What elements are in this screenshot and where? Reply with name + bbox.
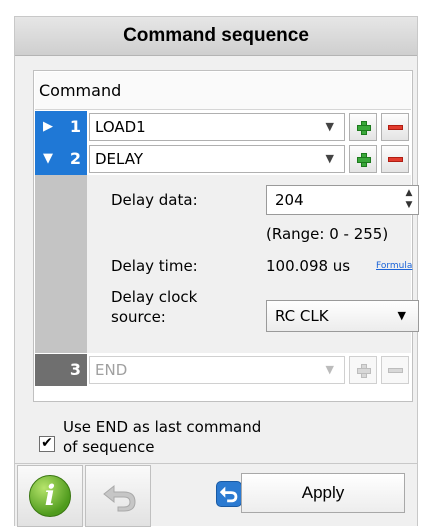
- row-3-add-button: [349, 356, 377, 384]
- plus-icon: [357, 364, 371, 378]
- delay-clock-label-line-2: source:: [111, 308, 166, 326]
- row-3-index: 3: [35, 354, 87, 386]
- command-table: Command ▶ 1 LOAD1 ▼ ▼ 2 DELAY ▼ Delay da…: [33, 70, 419, 402]
- bottom-separator: [15, 463, 417, 464]
- minus-icon: [388, 125, 403, 130]
- row-1-number: 1: [69, 117, 81, 136]
- undo-small-icon: [219, 486, 238, 503]
- spin-down-icon[interactable]: ▼: [402, 199, 416, 211]
- row-1-add-button[interactable]: [349, 113, 377, 141]
- row-3-command-value: END: [95, 361, 128, 379]
- row-3-remove-button: [381, 356, 409, 384]
- chevron-down-icon: ▼: [325, 363, 334, 376]
- row-1-command-value: LOAD1: [95, 118, 146, 136]
- range-hint: (Range: 0 - 255): [266, 225, 389, 243]
- delay-clock-value: RC CLK: [275, 307, 329, 325]
- row-3-number: 3: [69, 360, 81, 379]
- row-2-command-value: DELAY: [95, 150, 143, 168]
- delay-data-value: 204: [275, 191, 304, 209]
- row-1-index[interactable]: ▶ 1: [35, 111, 87, 143]
- detail-indent-strip: [35, 175, 87, 353]
- use-end-label-line-1: Use END as last command: [63, 418, 262, 436]
- row-1-remove-button[interactable]: [381, 113, 409, 141]
- formula-link[interactable]: Formula: [376, 261, 412, 271]
- spin-up-icon[interactable]: ▲: [402, 187, 416, 199]
- row-3-command-select: END ▼: [89, 356, 345, 384]
- row-2-remove-button[interactable]: [381, 145, 409, 173]
- command-row-3: 3 END ▼: [35, 354, 411, 386]
- delay-clock-label: Delay clock source:: [111, 287, 197, 327]
- delay-data-label: Delay data:: [111, 191, 198, 209]
- undo-button[interactable]: [85, 465, 151, 527]
- chevron-down-icon[interactable]: ▼: [326, 146, 334, 172]
- spin-arrows[interactable]: ▲ ▼: [402, 187, 416, 213]
- delay-data-spinbox[interactable]: 204 ▲ ▼: [266, 185, 419, 215]
- command-sequence-panel: Command sequence Command ▶ 1 LOAD1 ▼ ▼ 2…: [14, 16, 419, 527]
- row-2-add-button[interactable]: [349, 145, 377, 173]
- panel-title: Command sequence: [15, 17, 417, 56]
- expand-right-icon[interactable]: ▶: [43, 119, 53, 134]
- command-row-1: ▶ 1 LOAD1 ▼: [35, 111, 411, 143]
- expand-down-icon[interactable]: ▼: [43, 151, 53, 166]
- delay-clock-source-select[interactable]: RC CLK ▼: [266, 300, 419, 332]
- minus-icon: [388, 157, 403, 162]
- info-icon: i: [29, 475, 71, 517]
- row-2-number: 2: [69, 149, 81, 168]
- chevron-down-icon[interactable]: ▼: [398, 301, 406, 331]
- plus-icon: [357, 153, 371, 167]
- undo-icon: [103, 484, 136, 512]
- row-1-command-select[interactable]: LOAD1 ▼: [89, 113, 345, 141]
- use-end-label-line-2: of sequence: [63, 438, 155, 456]
- revert-button[interactable]: [216, 481, 242, 507]
- chevron-down-icon[interactable]: ▼: [326, 114, 334, 140]
- row-2-index[interactable]: ▼ 2: [35, 143, 87, 175]
- delay-clock-label-line-1: Delay clock: [111, 288, 198, 306]
- apply-button[interactable]: Apply: [241, 473, 405, 513]
- delay-time-label: Delay time:: [111, 257, 198, 275]
- minus-icon: [388, 368, 403, 373]
- use-end-checkbox[interactable]: ✔: [39, 436, 55, 452]
- delay-time-value: 100.098 us: [266, 257, 351, 275]
- command-row-2: ▼ 2 DELAY ▼: [35, 143, 411, 175]
- info-button[interactable]: i: [17, 465, 83, 527]
- plus-icon: [357, 121, 371, 135]
- row-2-command-select[interactable]: DELAY ▼: [89, 145, 345, 173]
- delay-details: Delay data: 204 ▲ ▼ (Range: 0 - 255) Del…: [35, 175, 419, 353]
- use-end-label[interactable]: Use END as last command of sequence: [63, 417, 323, 457]
- command-column-header: Command: [35, 72, 411, 110]
